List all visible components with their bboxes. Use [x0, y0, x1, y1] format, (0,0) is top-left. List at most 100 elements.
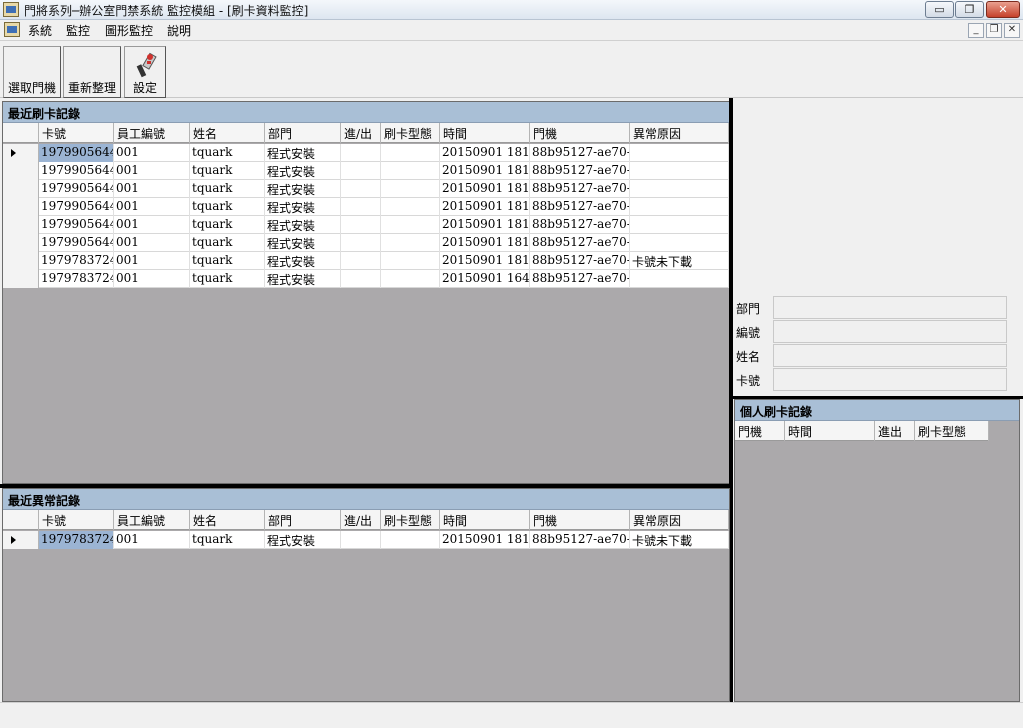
- column-header[interactable]: 姓名: [190, 510, 265, 530]
- column-header[interactable]: 部門: [265, 510, 341, 530]
- column-header[interactable]: 時間: [785, 421, 875, 441]
- column-header[interactable]: 進/出: [341, 123, 381, 143]
- menu-help[interactable]: 說明: [165, 22, 193, 39]
- cell-department[interactable]: 程式安裝: [265, 162, 341, 180]
- row-selector[interactable]: [3, 234, 39, 252]
- row-selector[interactable]: [3, 198, 39, 216]
- row-selector[interactable]: [3, 144, 39, 162]
- cell-employee-id[interactable]: 001: [114, 198, 190, 216]
- cell-in-out[interactable]: [341, 162, 381, 180]
- column-header[interactable]: 異常原因: [630, 510, 729, 530]
- cell-department[interactable]: 程式安裝: [265, 252, 341, 270]
- cell-swipe-type[interactable]: [381, 252, 440, 270]
- close-button[interactable]: ✕: [986, 1, 1020, 18]
- cell-door[interactable]: 88b95127-ae70-4ac: [530, 198, 630, 216]
- cell-employee-id[interactable]: 001: [114, 252, 190, 270]
- cell-in-out[interactable]: [341, 180, 381, 198]
- cell-employee-id[interactable]: 001: [114, 162, 190, 180]
- cell-door[interactable]: 88b95127-ae70-4ac: [530, 144, 630, 162]
- cell-in-out[interactable]: [341, 198, 381, 216]
- table-row[interactable]: 1979783724 001 tquark 程式安裝 20150901 1642 88b9…: [3, 270, 729, 288]
- cell-swipe-type[interactable]: [381, 270, 440, 288]
- column-header[interactable]: 員工編號: [114, 123, 190, 143]
- column-header[interactable]: 時間: [440, 510, 530, 530]
- cell-in-out[interactable]: [341, 270, 381, 288]
- cell-in-out[interactable]: [341, 252, 381, 270]
- cell-door[interactable]: 88b95127-ae70-4ac: [530, 216, 630, 234]
- column-header[interactable]: 刷卡型態: [915, 421, 989, 441]
- column-header[interactable]: 門機: [735, 421, 785, 441]
- column-header[interactable]: 進/出: [341, 510, 381, 530]
- cell-card-no[interactable]: 1979783724: [39, 531, 114, 549]
- row-selector[interactable]: [3, 252, 39, 270]
- cell-time[interactable]: 20150901 1814: [440, 180, 530, 198]
- cell-in-out[interactable]: [341, 531, 381, 549]
- cell-door[interactable]: 88b95127-ae70-4ac: [530, 252, 630, 270]
- column-header[interactable]: 刷卡型態: [381, 510, 440, 530]
- cell-door[interactable]: 88b95127-ae70-4ac: [530, 531, 630, 549]
- cell-employee-id[interactable]: 001: [114, 180, 190, 198]
- cell-card-no[interactable]: 1979783724: [39, 252, 114, 270]
- cell-anomaly-reason[interactable]: [630, 144, 729, 162]
- refresh-button[interactable]: 重新整理: [63, 46, 121, 98]
- mdi-restore-button[interactable]: ❐: [986, 23, 1002, 38]
- table-row[interactable]: 1979905644 001 tquark 程式安裝 20150901 1814 88b9…: [3, 234, 729, 252]
- column-header[interactable]: 時間: [440, 123, 530, 143]
- cell-time[interactable]: 20150901 1814: [440, 234, 530, 252]
- cell-employee-id[interactable]: 001: [114, 144, 190, 162]
- table-row[interactable]: 1979905644 001 tquark 程式安裝 20150901 1815 88b9…: [3, 144, 729, 162]
- menu-graphic-monitor[interactable]: 圖形監控: [103, 22, 155, 39]
- cell-in-out[interactable]: [341, 216, 381, 234]
- cell-in-out[interactable]: [341, 144, 381, 162]
- cell-employee-id[interactable]: 001: [114, 216, 190, 234]
- column-header[interactable]: 異常原因: [630, 123, 729, 143]
- cell-anomaly-reason[interactable]: [630, 216, 729, 234]
- cell-time[interactable]: 20150901 1810: [440, 252, 530, 270]
- cell-card-no[interactable]: 1979905644: [39, 216, 114, 234]
- cell-swipe-type[interactable]: [381, 234, 440, 252]
- column-header[interactable]: 門機: [530, 510, 630, 530]
- cell-department[interactable]: 程式安裝: [265, 234, 341, 252]
- cell-door[interactable]: 88b95127-ae70-4ac: [530, 162, 630, 180]
- cell-time[interactable]: 20150901 1815: [440, 144, 530, 162]
- cell-card-no[interactable]: 1979783724: [39, 270, 114, 288]
- column-header[interactable]: 卡號: [39, 510, 114, 530]
- column-header[interactable]: 姓名: [190, 123, 265, 143]
- cell-name[interactable]: tquark: [190, 216, 265, 234]
- table-row[interactable]: 1979783724 001 tquark 程式安裝 20150901 1810 88b9…: [3, 252, 729, 270]
- cell-time[interactable]: 20150901 1814: [440, 162, 530, 180]
- row-selector[interactable]: [3, 180, 39, 198]
- cell-department[interactable]: 程式安裝: [265, 216, 341, 234]
- cell-department[interactable]: 程式安裝: [265, 531, 341, 549]
- cell-swipe-type[interactable]: [381, 162, 440, 180]
- cell-in-out[interactable]: [341, 234, 381, 252]
- cell-swipe-type[interactable]: [381, 198, 440, 216]
- document-icon[interactable]: [4, 22, 20, 37]
- cell-department[interactable]: 程式安裝: [265, 270, 341, 288]
- cell-anomaly-reason[interactable]: [630, 180, 729, 198]
- row-selector[interactable]: [3, 216, 39, 234]
- cell-employee-id[interactable]: 001: [114, 531, 190, 549]
- cell-swipe-type[interactable]: [381, 180, 440, 198]
- select-door-button[interactable]: 選取門機: [3, 46, 61, 98]
- cell-time[interactable]: 20150901 1814: [440, 216, 530, 234]
- settings-button[interactable]: 設定: [124, 46, 166, 98]
- minimize-button[interactable]: ▭: [925, 1, 954, 18]
- cell-time[interactable]: 20150901 1810: [440, 531, 530, 549]
- cell-card-no[interactable]: 1979905644: [39, 162, 114, 180]
- cell-card-no[interactable]: 1979905644: [39, 198, 114, 216]
- cell-card-no[interactable]: 1979905644: [39, 234, 114, 252]
- table-row[interactable]: 1979905644 001 tquark 程式安裝 20150901 1814 88b9…: [3, 216, 729, 234]
- column-header[interactable]: 員工編號: [114, 510, 190, 530]
- cell-card-no[interactable]: 1979905644: [39, 180, 114, 198]
- cell-time[interactable]: 20150901 1642: [440, 270, 530, 288]
- cell-anomaly-reason[interactable]: [630, 162, 729, 180]
- column-header[interactable]: 卡號: [39, 123, 114, 143]
- cell-name[interactable]: tquark: [190, 270, 265, 288]
- column-header[interactable]: 門機: [530, 123, 630, 143]
- column-header[interactable]: 部門: [265, 123, 341, 143]
- row-selector[interactable]: [3, 531, 39, 549]
- cell-swipe-type[interactable]: [381, 531, 440, 549]
- cell-swipe-type[interactable]: [381, 144, 440, 162]
- column-header[interactable]: 進出: [875, 421, 915, 441]
